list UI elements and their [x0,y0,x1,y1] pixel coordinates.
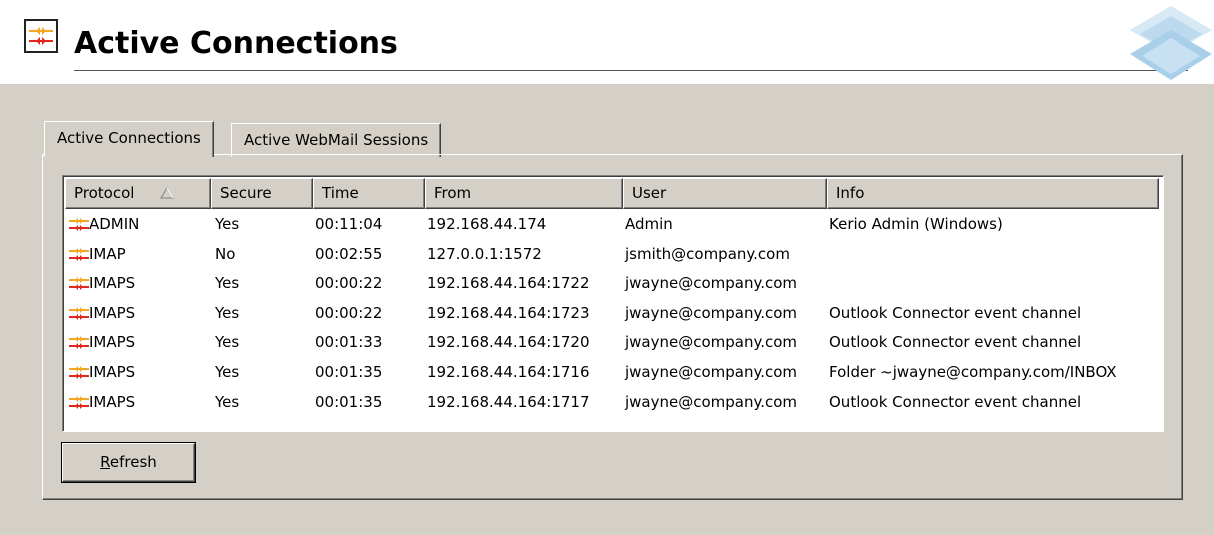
table-row[interactable]: IMAPS Yes 00:01:35 192.168.44.164:1716 j… [65,358,1159,388]
cell-from: 127.0.0.1:1572 [427,244,542,263]
cell-secure: Yes [215,362,240,381]
cell-time: 00:01:35 [315,362,383,381]
connection-icon [69,218,89,231]
page-title: Active Connections [74,26,398,61]
title-divider [74,70,1188,71]
cell-from: 192.168.44.164:1717 [427,392,590,411]
cell-user: jwayne@company.com [625,274,798,293]
cell-user: jwayne@company.com [625,303,798,322]
kerio-logo [1128,0,1214,84]
connections-table: Protocol Secure Time From User Info ADMI… [62,175,1164,432]
connection-icon [69,306,89,320]
cell-protocol: IMAPS [89,362,136,381]
connection-icon [69,336,89,350]
cell-time: 00:11:04 [315,215,383,233]
connection-icon [69,365,89,379]
active-connections-icon [24,19,58,53]
cell-protocol: IMAPS [89,392,136,411]
cell-secure: Yes [215,392,240,411]
table-row[interactable]: IMAPS Yes 00:01:35 192.168.44.164:1717 j… [65,388,1159,418]
table-body: ADMIN Yes 00:11:04 192.168.44.174 Admin … [65,210,1159,417]
column-header-secure[interactable]: Secure [211,178,313,209]
column-header-info[interactable]: Info [827,178,1159,209]
table-row[interactable]: IMAP No 00:02:55 127.0.0.1:1572 jsmith@c… [65,240,1159,270]
table-row[interactable]: IMAPS Yes 00:01:33 192.168.44.164:1720 j… [65,328,1159,358]
sort-ascending-icon [160,187,174,199]
cell-from: 192.168.44.174 [427,215,547,233]
cell-secure: Yes [215,215,240,233]
cell-time: 00:01:35 [315,392,383,411]
cell-secure: Yes [215,274,240,293]
cell-time: 00:02:55 [315,244,383,263]
table-row[interactable]: ADMIN Yes 00:11:04 192.168.44.174 Admin … [65,210,1159,240]
cell-user: jwayne@company.com [625,333,798,352]
tab-active-webmail-sessions[interactable]: Active WebMail Sessions [231,123,442,157]
cell-protocol: IMAPS [89,333,136,352]
table-row[interactable]: IMAPS Yes 00:00:22 192.168.44.164:1722 j… [65,269,1159,299]
refresh-button-mnemonic: R [100,453,110,471]
cell-from: 192.168.44.164:1722 [427,274,590,293]
cell-info: Folder ~jwayne@company.com/INBOX [829,362,1117,381]
page-header: Active Connections [0,0,1214,84]
cell-from: 192.168.44.164:1723 [427,303,590,322]
cell-user: jwayne@company.com [625,392,798,411]
cell-protocol: ADMIN [89,215,140,233]
cell-time: 00:00:22 [315,303,383,322]
cell-from: 192.168.44.164:1716 [427,362,590,381]
cell-secure: Yes [215,303,240,322]
tab-active-connections[interactable]: Active Connections [44,121,214,157]
table-header: Protocol Secure Time From User Info [65,178,1159,209]
cell-secure: No [215,244,236,263]
cell-user: jsmith@company.com [625,244,790,263]
connection-icon [69,277,89,291]
connection-icon [69,247,89,261]
cell-secure: Yes [215,333,240,352]
column-header-time[interactable]: Time [313,178,425,209]
cell-user: Admin [625,215,673,233]
cell-info: Kerio Admin (Windows) [829,215,1003,233]
column-header-label: Protocol [74,184,135,202]
refresh-button-label: efresh [109,453,157,471]
cell-user: jwayne@company.com [625,362,798,381]
refresh-button[interactable]: Refresh [62,443,195,482]
cell-protocol: IMAP [89,244,126,263]
column-header-user[interactable]: User [623,178,827,209]
cell-protocol: IMAPS [89,303,136,322]
table-row[interactable]: IMAPS Yes 00:00:22 192.168.44.164:1723 j… [65,299,1159,329]
cell-info: Outlook Connector event channel [829,333,1082,352]
cell-info: Outlook Connector event channel [829,303,1082,322]
cell-protocol: IMAPS [89,274,136,293]
column-header-protocol[interactable]: Protocol [65,178,211,209]
cell-time: 00:01:33 [315,333,383,352]
connection-icon [69,395,89,409]
cell-info: Outlook Connector event channel [829,392,1082,411]
column-header-from[interactable]: From [425,178,623,209]
cell-from: 192.168.44.164:1720 [427,333,590,352]
cell-time: 00:00:22 [315,274,383,293]
